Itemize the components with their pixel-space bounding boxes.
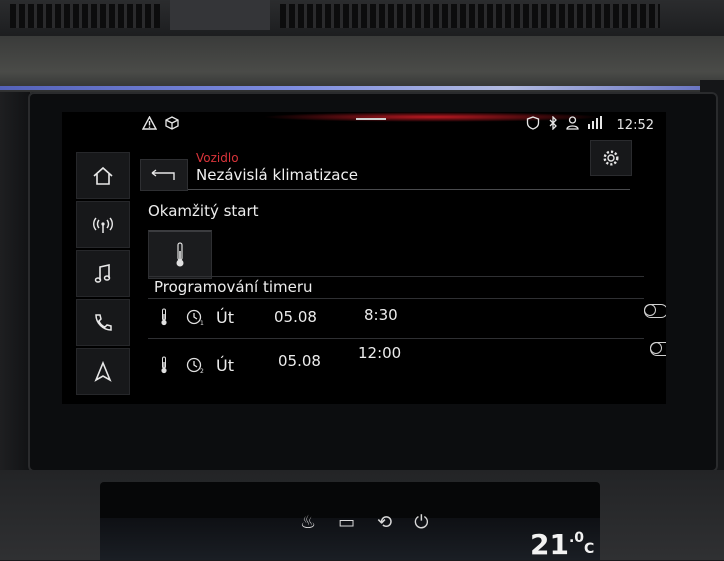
power-icon[interactable]: ⏻ (414, 512, 428, 542)
timer-time: 12:00 (358, 344, 402, 362)
radio-signal-icon (93, 217, 113, 233)
timer-date: 05.08 (274, 308, 317, 326)
breadcrumb[interactable]: Vozidlo (196, 151, 239, 165)
music-note-icon (94, 263, 111, 283)
temperature-decimal: .0 (568, 530, 585, 546)
ambient-light-strip (0, 86, 724, 90)
divider (148, 338, 644, 339)
back-arrow-icon (151, 169, 175, 180)
home-icon (93, 166, 113, 185)
air-recirculation-icon[interactable]: ⟲ (377, 512, 392, 542)
rear-defrost-icon[interactable]: ▭ (338, 512, 355, 542)
nav-media-button[interactable] (76, 250, 130, 297)
timer-date: 05.08 (278, 352, 321, 370)
page-title: Nezávislá klimatizace (196, 166, 358, 184)
thermometer-icon (160, 308, 168, 330)
thermometer-icon (176, 242, 184, 267)
instant-start-button[interactable] (148, 230, 212, 279)
temperature-unit: C (584, 541, 595, 557)
settings-button[interactable] (590, 140, 632, 176)
car-package-icon[interactable] (165, 116, 179, 134)
divider (148, 298, 644, 299)
timer-day: Út (216, 308, 234, 327)
status-bar: 12:52 (138, 112, 666, 138)
warning-icon[interactable] (141, 115, 158, 134)
phone-icon (95, 313, 112, 331)
timer-number: 1 (200, 320, 204, 326)
timer-clock-icon: 1 (186, 308, 206, 330)
back-button[interactable] (140, 159, 188, 191)
page-header: Vozidlo Nezávislá klimatizace (140, 147, 630, 191)
timer-section-label: Programování timeru (154, 278, 313, 296)
timer-row-2[interactable]: 2 Út 05.08 12:00 › (154, 341, 666, 380)
dashboard-side-left (0, 92, 30, 492)
nav-phone-button[interactable] (76, 299, 130, 346)
thermometer-icon (160, 356, 168, 378)
main-screen: 12:52 Vozidlo Nezávislá klimatizace Okam… (62, 112, 666, 404)
nav-connectivity-button[interactable] (76, 201, 130, 248)
lower-climate-icons: ♨ ▭ ⟲ ⏻ (300, 512, 429, 542)
air-vent (0, 0, 724, 38)
status-time: 12:52 (616, 117, 654, 133)
temperature-readout: 21.0C (530, 528, 594, 561)
drawer-handle[interactable] (356, 118, 386, 120)
timer-day: Út (216, 356, 234, 375)
nav-navigation-button[interactable] (76, 348, 130, 395)
instant-start-label: Okamžitý start (148, 202, 259, 220)
lte-icon (587, 116, 603, 134)
user-icon (565, 116, 579, 134)
timer-time: 8:30 (364, 306, 398, 324)
temperature-value: 21 (530, 528, 569, 561)
seat-heat-icon[interactable]: ♨ (300, 512, 316, 542)
navigation-arrow-icon (94, 360, 112, 382)
shield-icon (526, 116, 540, 134)
timer-clock-icon: 2 (186, 356, 206, 378)
nav-rail (76, 152, 130, 395)
timer-toggle[interactable] (649, 341, 666, 356)
divider (148, 276, 644, 277)
timer-toggle[interactable] (643, 303, 666, 318)
timer-row-1[interactable]: 1 Út 05.08 8:30 › (154, 300, 666, 336)
nav-home-button[interactable] (76, 152, 130, 199)
bluetooth-icon (548, 115, 558, 134)
timer-number: 2 (200, 368, 204, 374)
gear-icon (603, 150, 619, 166)
